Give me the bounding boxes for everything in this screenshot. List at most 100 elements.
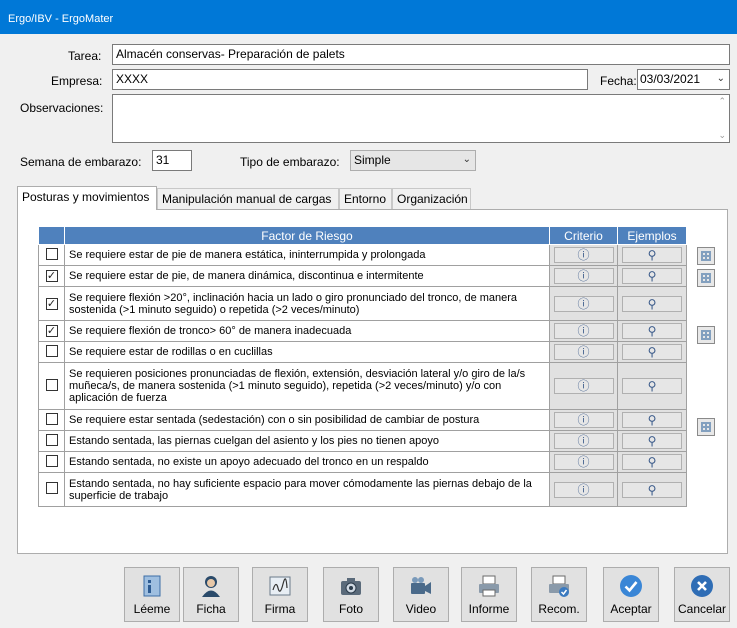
row-checkbox[interactable] xyxy=(45,378,58,391)
grid-row: Estando sentada, las piernas cuelgan del… xyxy=(38,430,687,452)
recom-button[interactable]: Recom. xyxy=(531,567,587,622)
chevron-down-icon[interactable]: ⌄ xyxy=(717,73,725,84)
informe-button[interactable]: Informe xyxy=(461,567,517,622)
grid-row: ✓ Se requiere flexión de tronco> 60° de m… xyxy=(38,320,687,342)
magnifier-icon[interactable]: ⚲ xyxy=(622,454,682,470)
row-checkbox[interactable] xyxy=(45,412,58,425)
video-button[interactable]: Video xyxy=(393,567,449,622)
info-icon[interactable]: ⓘ xyxy=(553,412,614,428)
row-checkbox[interactable] xyxy=(45,454,58,467)
row-checkbox-cell: ✓ xyxy=(38,286,65,321)
grid-header-factor: Factor de Riesgo xyxy=(64,226,550,245)
row-checkbox[interactable] xyxy=(45,433,58,446)
calculator-icon[interactable] xyxy=(697,418,715,436)
ejemplos-cell: ⚲ xyxy=(617,341,687,363)
grid-row: Estando sentada, no existe un apoyo adec… xyxy=(38,451,687,473)
tab-organizacion[interactable]: Organización xyxy=(392,188,471,209)
calculator-icon[interactable] xyxy=(697,269,715,287)
cancelar-label: Cancelar xyxy=(677,602,727,616)
tipo-label: Tipo de embarazo: xyxy=(240,155,340,169)
cancelar-button[interactable]: Cancelar xyxy=(674,567,730,622)
risk-factor-text: Estando sentada, no hay suficiente espac… xyxy=(64,472,550,507)
ejemplos-cell: ⚲ xyxy=(617,430,687,452)
ficha-button[interactable]: Ficha xyxy=(183,567,239,622)
close-icon xyxy=(691,575,713,597)
signature-icon xyxy=(269,576,291,596)
row-checkbox-cell xyxy=(38,430,65,452)
info-icon[interactable]: ⓘ xyxy=(553,247,614,263)
row-checkbox[interactable]: ✓ xyxy=(45,270,58,282)
criterio-cell: ⓘ xyxy=(549,341,618,363)
ficha-label: Ficha xyxy=(196,602,226,616)
grid-row: Se requiere estar sentada (sedestación) … xyxy=(38,409,687,431)
scroll-up-icon[interactable]: ⌃ xyxy=(718,96,726,107)
video-label: Video xyxy=(405,602,437,616)
tarea-field[interactable]: Almacén conservas- Preparación de palets xyxy=(112,44,730,65)
camera-icon xyxy=(341,578,361,595)
informe-label: Informe xyxy=(468,602,510,616)
tab-manipulacion[interactable]: Manipulación manual de cargas xyxy=(157,188,339,209)
row-checkbox-cell xyxy=(38,341,65,363)
info-icon[interactable]: ⓘ xyxy=(553,344,614,360)
row-checkbox[interactable] xyxy=(45,344,58,357)
magnifier-icon[interactable]: ⚲ xyxy=(622,268,682,284)
risk-factor-text: Se requiere estar sentada (sedestación) … xyxy=(64,409,550,431)
firma-button[interactable]: Firma xyxy=(252,567,308,622)
info-icon[interactable]: ⓘ xyxy=(553,454,614,470)
info-icon[interactable]: ⓘ xyxy=(553,323,614,339)
row-checkbox-cell xyxy=(38,362,65,410)
magnifier-icon[interactable]: ⚲ xyxy=(622,378,682,394)
empresa-field[interactable]: XXXX xyxy=(112,69,588,90)
info-icon[interactable]: ⓘ xyxy=(553,268,614,284)
scroll-down-icon[interactable]: ⌄ xyxy=(718,130,726,141)
check-icon xyxy=(620,575,642,597)
info-icon[interactable]: ⓘ xyxy=(553,378,614,394)
info-icon[interactable]: ⓘ xyxy=(553,481,614,498)
tipo-select[interactable]: Simple ⌄ xyxy=(350,150,476,171)
printer-icon xyxy=(479,575,499,597)
observaciones-textarea[interactable]: ⌃ ⌄ xyxy=(112,94,730,143)
tab-entorno[interactable]: Entorno xyxy=(339,188,392,209)
aceptar-button[interactable]: Aceptar xyxy=(603,567,659,622)
tarea-label: Tarea: xyxy=(68,49,102,63)
criterio-cell: ⓘ xyxy=(549,472,618,507)
info-icon[interactable]: ⓘ xyxy=(553,295,614,312)
row-checkbox[interactable]: ✓ xyxy=(45,297,58,310)
window-titlebar: Ergo/IBV - ErgoMater xyxy=(0,0,737,34)
fecha-picker[interactable]: 03/03/2021 ⌄ xyxy=(637,69,730,90)
fecha-value: 03/03/2021 xyxy=(640,72,701,86)
semana-field[interactable]: 31 xyxy=(152,150,192,171)
foto-button[interactable]: Foto xyxy=(323,567,379,622)
semana-label: Semana de embarazo: xyxy=(20,155,142,169)
magnifier-icon[interactable]: ⚲ xyxy=(622,481,682,498)
chevron-down-icon: ⌄ xyxy=(462,154,471,165)
tab-posturas[interactable]: Posturas y movimientos xyxy=(17,186,157,210)
magnifier-icon[interactable]: ⚲ xyxy=(622,247,682,263)
ejemplos-cell: ⚲ xyxy=(617,362,687,410)
row-checkbox[interactable] xyxy=(45,247,58,260)
grid-row: ✓ Se requiere estar de pie, de manera din… xyxy=(38,265,687,287)
grid-row: Se requiere estar de rodillas o en cucli… xyxy=(38,341,687,363)
magnifier-icon[interactable]: ⚲ xyxy=(622,433,682,449)
magnifier-icon[interactable]: ⚲ xyxy=(622,295,682,312)
row-checkbox-cell xyxy=(38,451,65,473)
grid-header-criterio: Criterio xyxy=(549,226,618,245)
info-icon[interactable]: ⓘ xyxy=(553,433,614,449)
calculator-icon[interactable] xyxy=(697,247,715,265)
row-checkbox[interactable] xyxy=(45,482,58,494)
ejemplos-cell: ⚲ xyxy=(617,472,687,507)
tipo-value: Simple xyxy=(354,153,391,167)
magnifier-icon[interactable]: ⚲ xyxy=(622,412,682,428)
grid-row: Se requiere estar de pie de manera estát… xyxy=(38,244,687,266)
calculator-icon[interactable] xyxy=(697,326,715,344)
row-checkbox-cell xyxy=(38,244,65,266)
criterio-cell: ⓘ xyxy=(549,265,618,287)
row-checkbox[interactable]: ✓ xyxy=(45,325,58,337)
magnifier-icon[interactable]: ⚲ xyxy=(622,323,682,339)
magnifier-icon[interactable]: ⚲ xyxy=(622,344,682,360)
leeme-button[interactable]: Léeme xyxy=(124,567,180,622)
window-title: Ergo/IBV - ErgoMater xyxy=(8,13,114,25)
risk-factor-text: Se requiere estar de rodillas o en cucli… xyxy=(64,341,550,363)
aceptar-label: Aceptar xyxy=(610,602,652,616)
ejemplos-cell: ⚲ xyxy=(617,409,687,431)
